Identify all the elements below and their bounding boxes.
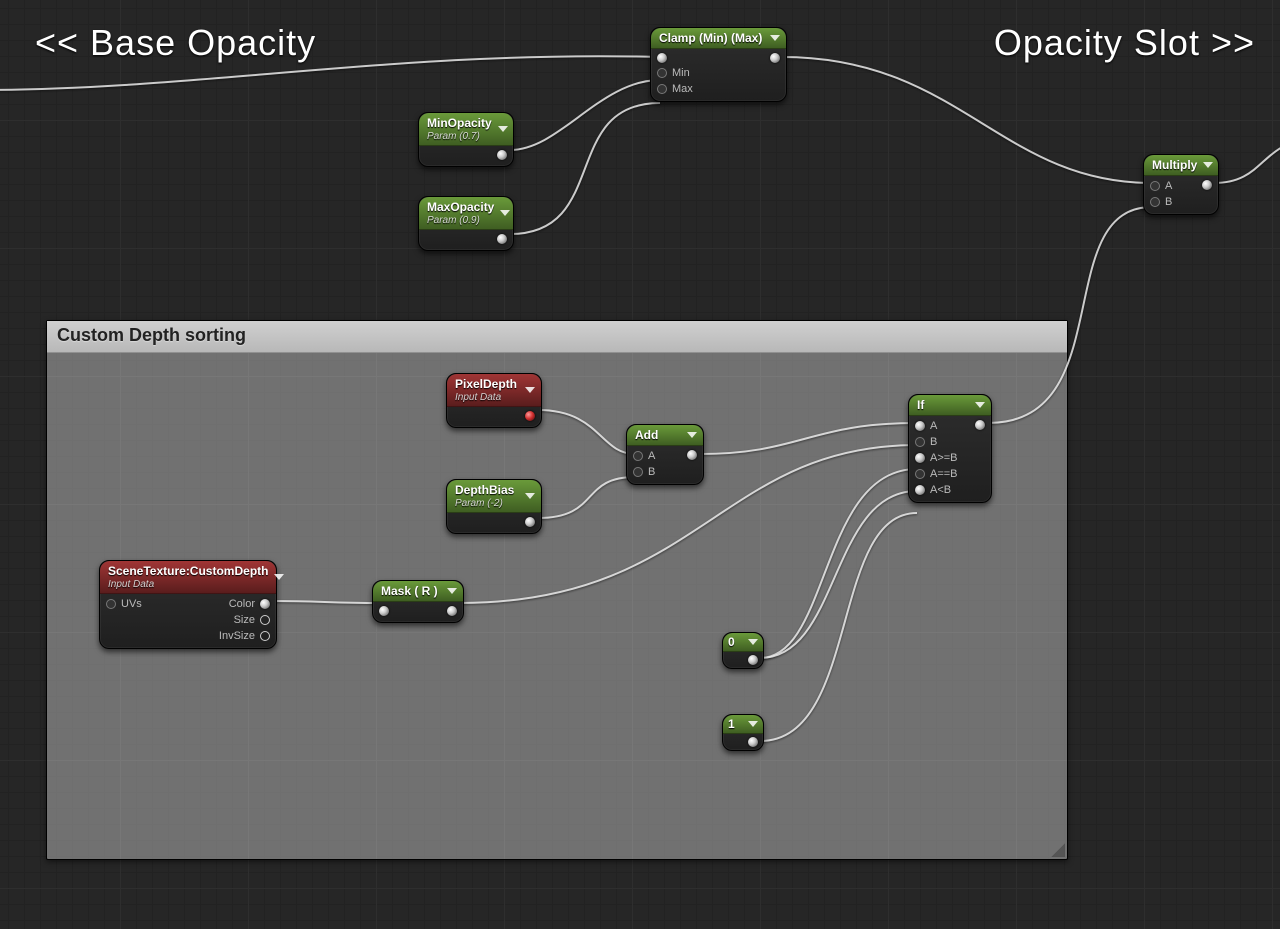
pin-out-color[interactable]: Color — [229, 598, 270, 610]
pin-in-altb[interactable]: A<B — [915, 484, 951, 496]
pin-out[interactable] — [497, 234, 507, 244]
chevron-down-icon[interactable] — [770, 35, 780, 41]
node-title: Multiply — [1152, 158, 1197, 172]
chevron-down-icon[interactable] — [687, 432, 697, 438]
pin-in-aeqb[interactable]: A==B — [915, 468, 958, 480]
node-depth-bias[interactable]: DepthBias Param (-2) — [446, 479, 542, 534]
pin-out[interactable] — [525, 411, 535, 421]
node-pixel-depth[interactable]: PixelDepth Input Data — [446, 373, 542, 428]
pin-in-a[interactable]: A — [915, 420, 937, 432]
chevron-down-icon[interactable] — [498, 126, 508, 132]
pin-out[interactable] — [447, 606, 457, 616]
pin-in-a[interactable]: A — [1150, 180, 1172, 192]
chevron-down-icon[interactable] — [500, 210, 510, 216]
chevron-down-icon[interactable] — [525, 493, 535, 499]
resize-handle-icon[interactable] — [1051, 843, 1065, 857]
pin-out[interactable] — [748, 655, 758, 665]
pin-out[interactable] — [770, 53, 780, 63]
node-max-opacity[interactable]: MaxOpacity Param (0.9) — [418, 196, 514, 251]
pin-in-uvs[interactable]: UVs — [106, 598, 142, 610]
node-title: SceneTexture:CustomDepth Input Data — [108, 564, 268, 590]
node-mask-r[interactable]: Mask ( R ) — [372, 580, 464, 623]
node-title: If — [917, 398, 924, 412]
node-title: 0 — [728, 635, 735, 649]
pin-out[interactable] — [1202, 180, 1212, 190]
annotation-base-opacity: << Base Opacity — [35, 22, 316, 64]
node-add[interactable]: Add A B — [626, 424, 704, 485]
annotation-opacity-slot: Opacity Slot >> — [994, 22, 1255, 64]
chevron-down-icon[interactable] — [447, 588, 457, 594]
chevron-down-icon[interactable] — [274, 574, 284, 580]
pin-in-b[interactable]: B — [915, 436, 937, 448]
pin-out[interactable] — [497, 150, 507, 160]
pin-out[interactable] — [687, 450, 697, 460]
pin-in[interactable] — [379, 606, 389, 616]
node-scene-texture-custom-depth[interactable]: SceneTexture:CustomDepth Input Data UVs … — [99, 560, 277, 649]
pin-out[interactable] — [748, 737, 758, 747]
pin-in-a[interactable]: A — [633, 450, 655, 462]
pin-out[interactable] — [525, 517, 535, 527]
comment-title[interactable]: Custom Depth sorting — [47, 321, 1067, 353]
node-title: Add — [635, 428, 658, 442]
node-title: Mask ( R ) — [381, 584, 438, 598]
pin-in-min[interactable]: Min — [657, 67, 690, 79]
node-title: MaxOpacity Param (0.9) — [427, 200, 494, 226]
node-multiply[interactable]: Multiply A B — [1143, 154, 1219, 215]
node-clamp[interactable]: Clamp (Min) (Max) Min Max — [650, 27, 787, 102]
pin-in-value[interactable] — [657, 53, 672, 63]
pin-in-b[interactable]: B — [1150, 196, 1172, 208]
node-if[interactable]: If A B A>=B A==B A<B — [908, 394, 992, 503]
chevron-down-icon[interactable] — [975, 402, 985, 408]
chevron-down-icon[interactable] — [1203, 162, 1213, 168]
pin-in-ageb[interactable]: A>=B — [915, 452, 958, 464]
node-const-0[interactable]: 0 — [722, 632, 764, 669]
node-title: PixelDepth Input Data — [455, 377, 517, 403]
node-const-1[interactable]: 1 — [722, 714, 764, 751]
node-title: DepthBias Param (-2) — [455, 483, 514, 509]
chevron-down-icon[interactable] — [748, 721, 758, 727]
node-title: 1 — [728, 717, 735, 731]
node-title: MinOpacity Param (0.7) — [427, 116, 492, 142]
node-min-opacity[interactable]: MinOpacity Param (0.7) — [418, 112, 514, 167]
pin-in-b[interactable]: B — [633, 466, 655, 478]
chevron-down-icon[interactable] — [525, 387, 535, 393]
pin-in-max[interactable]: Max — [657, 83, 693, 95]
chevron-down-icon[interactable] — [748, 639, 758, 645]
pin-out[interactable] — [975, 420, 985, 430]
pin-out-invsize[interactable]: InvSize — [219, 630, 270, 642]
node-title: Clamp (Min) (Max) — [659, 31, 762, 45]
pin-out-size[interactable]: Size — [234, 614, 270, 626]
